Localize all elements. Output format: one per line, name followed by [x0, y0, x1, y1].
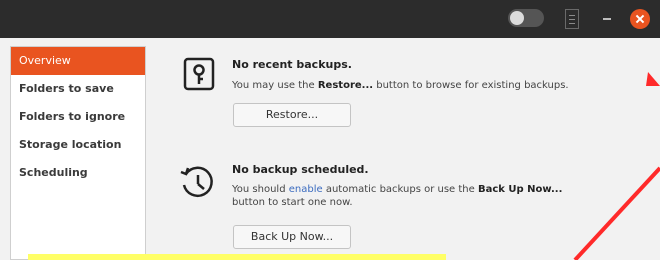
red-arrow-annotation: [573, 72, 660, 260]
